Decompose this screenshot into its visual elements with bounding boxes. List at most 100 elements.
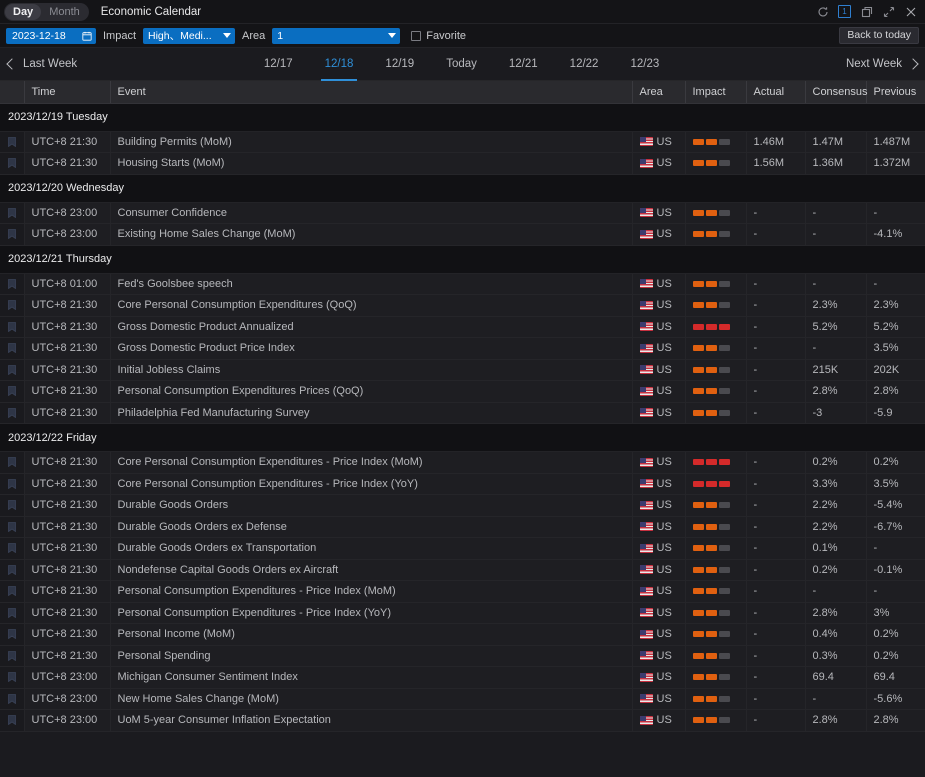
bookmark-icon[interactable]	[8, 543, 16, 553]
col-header-previous[interactable]: Previous	[866, 81, 925, 103]
bookmark-icon[interactable]	[8, 343, 16, 353]
bookmark-cell[interactable]	[0, 602, 24, 624]
table-row[interactable]: UTC+8 21:30Gross Domestic Product Price …	[0, 338, 925, 360]
bookmark-cell[interactable]	[0, 153, 24, 175]
cell-event[interactable]: Personal Consumption Expenditures - Pric…	[110, 602, 632, 624]
bookmark-icon[interactable]	[8, 137, 16, 147]
col-header-event[interactable]: Event	[110, 81, 632, 103]
table-row[interactable]: UTC+8 21:30Personal Consumption Expendit…	[0, 581, 925, 603]
bookmark-icon[interactable]	[8, 408, 16, 418]
bookmark-cell[interactable]	[0, 402, 24, 424]
bookmark-cell[interactable]	[0, 273, 24, 295]
bookmark-icon[interactable]	[8, 608, 16, 618]
col-header-consensus[interactable]: Consensus	[805, 81, 866, 103]
table-row[interactable]: UTC+8 21:30Personal Income (MoM)US-0.4%0…	[0, 624, 925, 646]
bookmark-icon[interactable]	[8, 565, 16, 575]
next-week-button[interactable]: Next Week	[846, 58, 917, 70]
cell-event[interactable]: Consumer Confidence	[110, 202, 632, 224]
bookmark-cell[interactable]	[0, 131, 24, 153]
table-row[interactable]: UTC+8 21:30Personal SpendingUS-0.3%0.2%	[0, 645, 925, 667]
cell-event[interactable]: New Home Sales Change (MoM)	[110, 688, 632, 710]
bookmark-icon[interactable]	[8, 208, 16, 218]
bookmark-icon[interactable]	[8, 651, 16, 661]
bookmark-icon[interactable]	[8, 672, 16, 682]
bookmark-cell[interactable]	[0, 688, 24, 710]
week-day-tab-5[interactable]: 12/22	[554, 48, 615, 81]
week-day-tab-4[interactable]: 12/21	[493, 48, 554, 81]
col-header-bookmark[interactable]	[0, 81, 24, 103]
bookmark-cell[interactable]	[0, 624, 24, 646]
cell-event[interactable]: Personal Spending	[110, 645, 632, 667]
table-row[interactable]: UTC+8 21:30Core Personal Consumption Exp…	[0, 452, 925, 474]
table-row[interactable]: UTC+8 23:00New Home Sales Change (MoM)US…	[0, 688, 925, 710]
area-filter-select[interactable]: 1	[272, 28, 400, 44]
cell-event[interactable]: Core Personal Consumption Expenditures (…	[110, 295, 632, 317]
bookmark-cell[interactable]	[0, 538, 24, 560]
table-row[interactable]: UTC+8 21:30Building Permits (MoM)US1.46M…	[0, 131, 925, 153]
table-row[interactable]: UTC+8 21:30Core Personal Consumption Exp…	[0, 295, 925, 317]
prev-week-button[interactable]: Last Week	[8, 58, 77, 70]
bookmark-icon[interactable]	[8, 386, 16, 396]
screen-count-icon[interactable]: 1	[838, 5, 851, 18]
view-mode-switch[interactable]: Day Month	[4, 3, 89, 21]
bookmark-cell[interactable]	[0, 516, 24, 538]
bookmark-cell[interactable]	[0, 645, 24, 667]
cell-event[interactable]: UoM 5-year Consumer Inflation Expectatio…	[110, 710, 632, 732]
bookmark-cell[interactable]	[0, 381, 24, 403]
table-row[interactable]: UTC+8 21:30Durable Goods Orders ex Defen…	[0, 516, 925, 538]
cell-event[interactable]: Durable Goods Orders	[110, 495, 632, 517]
favorite-filter[interactable]: Favorite	[411, 30, 466, 42]
week-day-tab-0[interactable]: 12/17	[248, 48, 309, 81]
cell-event[interactable]: Initial Jobless Claims	[110, 359, 632, 381]
col-header-area[interactable]: Area	[632, 81, 685, 103]
bookmark-cell[interactable]	[0, 359, 24, 381]
back-to-today-button[interactable]: Back to today	[839, 27, 919, 44]
refresh-icon[interactable]	[816, 5, 829, 18]
cell-event[interactable]: Personal Consumption Expenditures Prices…	[110, 381, 632, 403]
week-day-tab-6[interactable]: 12/23	[614, 48, 675, 81]
bookmark-cell[interactable]	[0, 559, 24, 581]
date-picker[interactable]: 2023-12-18	[6, 28, 96, 44]
table-row[interactable]: UTC+8 23:00UoM 5-year Consumer Inflation…	[0, 710, 925, 732]
bookmark-icon[interactable]	[8, 365, 16, 375]
bookmark-icon[interactable]	[8, 715, 16, 725]
table-row[interactable]: UTC+8 21:30Housing Starts (MoM)US1.56M1.…	[0, 153, 925, 175]
bookmark-cell[interactable]	[0, 581, 24, 603]
bookmark-cell[interactable]	[0, 224, 24, 246]
cell-event[interactable]: Personal Consumption Expenditures - Pric…	[110, 581, 632, 603]
cell-event[interactable]: Personal Income (MoM)	[110, 624, 632, 646]
cell-event[interactable]: Fed's Goolsbee speech	[110, 273, 632, 295]
bookmark-icon[interactable]	[8, 522, 16, 532]
table-row[interactable]: UTC+8 21:30Durable Goods OrdersUS-2.2%-5…	[0, 495, 925, 517]
table-row[interactable]: UTC+8 01:00Fed's Goolsbee speechUS---	[0, 273, 925, 295]
table-row[interactable]: UTC+8 21:30Personal Consumption Expendit…	[0, 381, 925, 403]
bookmark-icon[interactable]	[8, 279, 16, 289]
mode-day[interactable]: Day	[5, 4, 41, 20]
table-row[interactable]: UTC+8 23:00Existing Home Sales Change (M…	[0, 224, 925, 246]
cell-event[interactable]: Durable Goods Orders ex Defense	[110, 516, 632, 538]
bookmark-cell[interactable]	[0, 316, 24, 338]
bookmark-cell[interactable]	[0, 338, 24, 360]
impact-filter-select[interactable]: High、Medi...	[143, 28, 235, 44]
bookmark-cell[interactable]	[0, 452, 24, 474]
bookmark-icon[interactable]	[8, 586, 16, 596]
cell-event[interactable]: Gross Domestic Product Price Index	[110, 338, 632, 360]
col-header-impact[interactable]: Impact	[685, 81, 746, 103]
cell-event[interactable]: Nondefense Capital Goods Orders ex Aircr…	[110, 559, 632, 581]
cell-event[interactable]: Core Personal Consumption Expenditures -…	[110, 473, 632, 495]
bookmark-icon[interactable]	[8, 479, 16, 489]
table-row[interactable]: UTC+8 23:00Michigan Consumer Sentiment I…	[0, 667, 925, 689]
table-row[interactable]: UTC+8 21:30Initial Jobless ClaimsUS-215K…	[0, 359, 925, 381]
bookmark-icon[interactable]	[8, 300, 16, 310]
bookmark-icon[interactable]	[8, 500, 16, 510]
bookmark-cell[interactable]	[0, 473, 24, 495]
week-day-tab-2[interactable]: 12/19	[369, 48, 430, 81]
table-row[interactable]: UTC+8 23:00Consumer ConfidenceUS---	[0, 202, 925, 224]
week-day-tab-1[interactable]: 12/18	[309, 48, 370, 81]
bookmark-cell[interactable]	[0, 202, 24, 224]
bookmark-cell[interactable]	[0, 667, 24, 689]
bookmark-cell[interactable]	[0, 295, 24, 317]
cell-event[interactable]: Existing Home Sales Change (MoM)	[110, 224, 632, 246]
cell-event[interactable]: Philadelphia Fed Manufacturing Survey	[110, 402, 632, 424]
bookmark-icon[interactable]	[8, 229, 16, 239]
